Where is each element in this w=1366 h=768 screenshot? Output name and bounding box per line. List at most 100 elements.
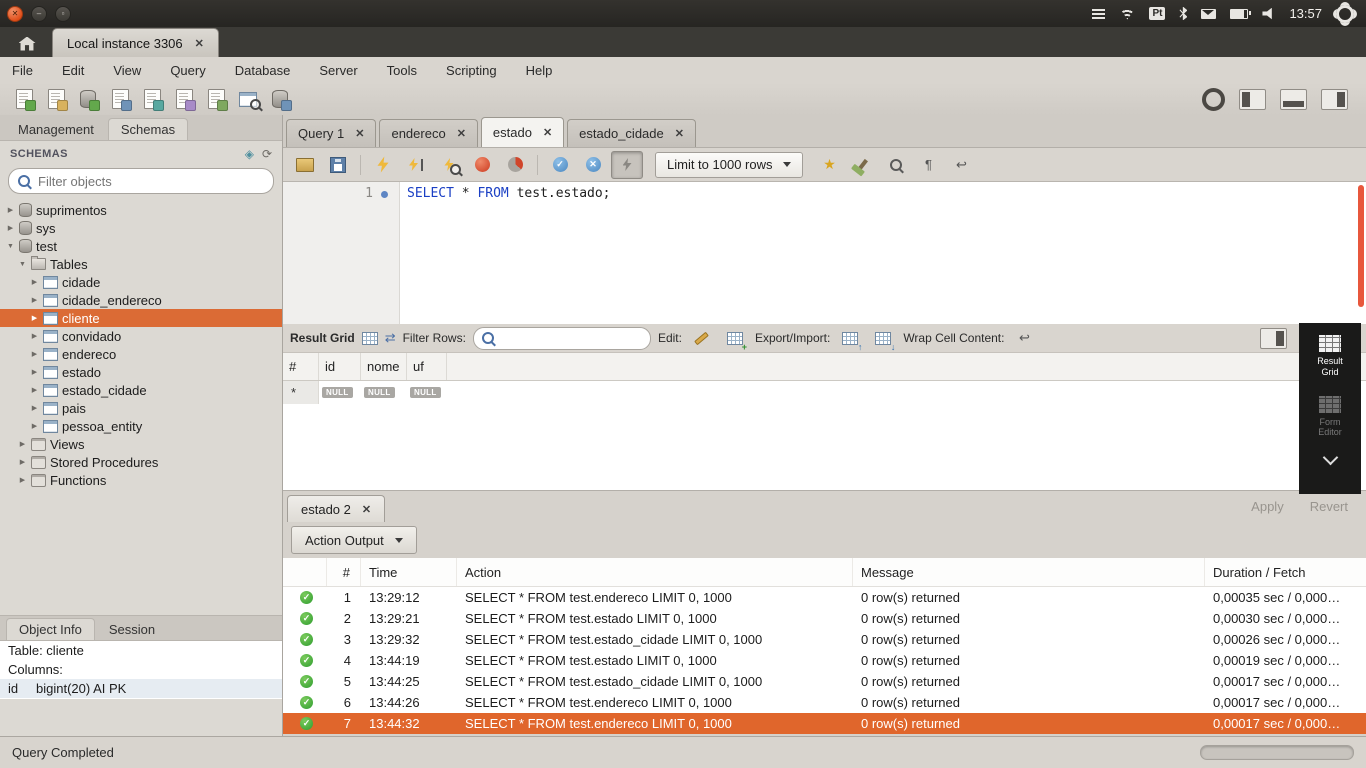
expander-icon[interactable]: ▶ (30, 350, 39, 358)
expander-icon[interactable]: ▼ (18, 261, 27, 268)
toggle-word-wrap-button[interactable]: ↩ (947, 152, 977, 178)
schema-filter-box[interactable] (8, 168, 274, 194)
cleanup-sql-button[interactable] (848, 152, 878, 178)
bluetooth-icon[interactable] (1179, 7, 1187, 20)
insert-row-button[interactable] (722, 325, 748, 351)
menu-scripting[interactable]: Scripting (444, 61, 499, 80)
action-output-row[interactable]: ✓ 3 13:29:32 SELECT * FROM test.estado_c… (283, 629, 1366, 650)
expander-icon[interactable]: ▶ (30, 332, 39, 340)
expander-icon[interactable]: ▶ (30, 278, 39, 286)
tab-object-info[interactable]: Object Info (6, 618, 95, 640)
create-procedure-button[interactable] (168, 86, 200, 113)
tree-item-pais[interactable]: ▶pais (0, 399, 282, 417)
import-records-button[interactable] (870, 325, 896, 351)
toggle-bottom-panel-button[interactable] (1280, 89, 1307, 110)
cell-nome[interactable]: NULL (361, 381, 407, 404)
save-script-button[interactable] (323, 152, 353, 178)
editor-scrollbar-thumb[interactable] (1358, 185, 1364, 307)
menu-file[interactable]: File (10, 61, 35, 80)
action-output-row[interactable]: ✓ 6 13:44:26 SELECT * FROM test.endereco… (283, 692, 1366, 713)
close-icon[interactable]: ✕ (195, 37, 204, 50)
rollback-button[interactable]: ✕ (578, 152, 608, 178)
query-tab-estado-cidade[interactable]: estado_cidade✕ (567, 119, 696, 147)
close-icon[interactable]: ✕ (543, 126, 552, 139)
find-button[interactable] (881, 152, 911, 178)
action-output-dropdown[interactable]: Action Output (291, 526, 417, 554)
tree-item-tables[interactable]: ▼Tables (0, 255, 282, 273)
apply-button[interactable]: Apply (1251, 499, 1284, 514)
close-icon[interactable]: ✕ (362, 503, 371, 516)
toggle-stop-on-error-button[interactable] (500, 152, 530, 178)
schema-filter-input[interactable] (36, 173, 264, 190)
tree-item-pessoa-entity[interactable]: ▶pessoa_entity (0, 417, 282, 435)
execute-query-button[interactable] (368, 152, 398, 178)
action-output-row[interactable]: ✓ 5 13:44:25 SELECT * FROM test.estado_c… (283, 671, 1366, 692)
connection-tab[interactable]: Local instance 3306 ✕ (52, 28, 219, 57)
action-output-row[interactable]: ✓ 2 13:29:21 SELECT * FROM test.estado L… (283, 608, 1366, 629)
column-header-uf[interactable]: uf (407, 353, 447, 380)
expander-icon[interactable]: ▶ (18, 458, 27, 466)
column-header-num[interactable]: # (283, 353, 319, 380)
open-sql-script-button[interactable] (40, 86, 72, 113)
result-grid-panel-button[interactable]: Result Grid (1299, 331, 1361, 382)
close-icon[interactable]: ✕ (675, 127, 684, 140)
menu-view[interactable]: View (111, 61, 143, 80)
wifi-icon[interactable] (1119, 8, 1135, 20)
action-output-row[interactable]: ✓ 1 13:29:12 SELECT * FROM test.endereco… (283, 587, 1366, 608)
edit-record-button[interactable] (689, 325, 715, 351)
expander-icon[interactable]: ▶ (30, 404, 39, 412)
menu-server[interactable]: Server (317, 61, 359, 80)
tree-item-test[interactable]: ▼test (0, 237, 282, 255)
menu-edit[interactable]: Edit (60, 61, 86, 80)
close-icon[interactable]: ✕ (457, 127, 466, 140)
window-close-button[interactable]: ✕ (7, 6, 23, 22)
cell-id[interactable]: NULL (319, 381, 361, 404)
tab-management[interactable]: Management (6, 119, 106, 140)
query-tab-estado[interactable]: estado✕ (481, 117, 564, 147)
sql-code[interactable]: SELECT * FROM test.estado; (400, 182, 611, 324)
result-tab-estado2[interactable]: estado 2 ✕ (287, 495, 385, 522)
explain-plan-button[interactable] (434, 152, 464, 178)
expander-icon[interactable]: ▶ (6, 224, 15, 232)
action-output-row-selected[interactable]: ✓ 7 13:44:32 SELECT * FROM test.endereco… (283, 713, 1366, 734)
session-gear-icon[interactable] (1336, 5, 1354, 23)
mail-icon[interactable] (1201, 9, 1216, 19)
new-query-tab-button[interactable] (8, 86, 40, 113)
beautify-sql-button[interactable]: ★ (815, 152, 845, 178)
expander-icon[interactable]: ▶ (18, 440, 27, 448)
commit-button[interactable]: ✓ (545, 152, 575, 178)
expander-icon[interactable]: ▼ (6, 243, 15, 250)
tree-item-endereco[interactable]: ▶endereco (0, 345, 282, 363)
create-view-button[interactable] (136, 86, 168, 113)
filter-rows-input[interactable] (500, 330, 642, 346)
battery-icon[interactable] (1230, 9, 1248, 19)
tree-item-cliente[interactable]: ▶cliente (0, 309, 282, 327)
toggle-invisible-chars-button[interactable]: ¶ (914, 152, 944, 178)
toggle-right-panel-button[interactable] (1321, 89, 1348, 110)
keyboard-layout-indicator[interactable]: Pt (1149, 7, 1165, 20)
menu-database[interactable]: Database (233, 61, 293, 80)
home-tab[interactable] (8, 30, 46, 57)
open-file-button[interactable] (290, 152, 320, 178)
tree-item-functions[interactable]: ▶Functions (0, 471, 282, 489)
reconnect-dbms-button[interactable] (264, 86, 296, 113)
refresh-icon[interactable]: ⟳ (262, 147, 272, 161)
expander-icon[interactable]: ▶ (6, 206, 15, 214)
column-header-nome[interactable]: nome (361, 353, 407, 380)
preferences-icon[interactable] (1202, 88, 1225, 111)
tree-item-cidade[interactable]: ▶cidade (0, 273, 282, 291)
limit-rows-dropdown[interactable]: Limit to 1000 rows (655, 152, 803, 178)
search-table-data-button[interactable] (232, 86, 264, 113)
stop-query-button[interactable] (467, 152, 497, 178)
create-schema-button[interactable] (72, 86, 104, 113)
result-grid-new-row[interactable]: * NULL NULL NULL (283, 381, 1366, 404)
volume-icon[interactable] (1262, 8, 1275, 20)
expander-icon[interactable]: ▶ (18, 476, 27, 484)
tree-item-cidade-endereco[interactable]: ▶cidade_endereco (0, 291, 282, 309)
query-tab-endereco[interactable]: endereco✕ (379, 119, 477, 147)
create-table-button[interactable] (104, 86, 136, 113)
query-tab-query1[interactable]: Query 1✕ (286, 119, 376, 147)
toggle-result-side-panel-button[interactable] (1260, 328, 1287, 349)
revert-button[interactable]: Revert (1310, 499, 1348, 514)
form-editor-panel-button[interactable]: Form Editor (1299, 392, 1361, 443)
